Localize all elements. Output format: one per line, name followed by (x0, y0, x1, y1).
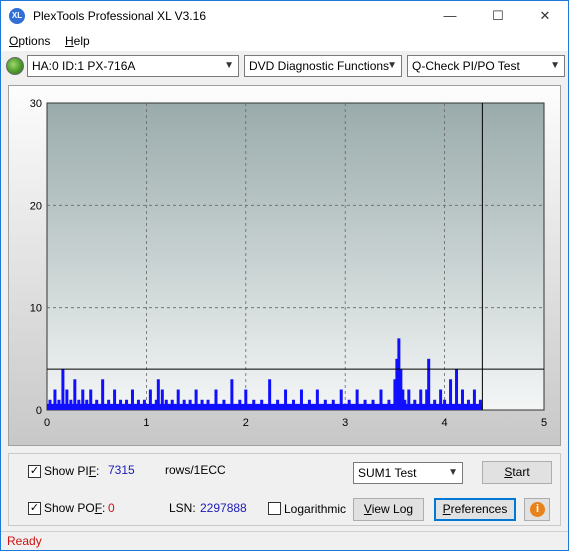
controls-panel: ✓ Show PIF: 7315 rows/1ECC SUM1 Test ▼ S… (8, 453, 561, 526)
status-bar: Ready (1, 531, 568, 550)
lsn-label: LSN: (169, 501, 196, 515)
function-select-value: DVD Diagnostic Functions (249, 59, 390, 73)
test-select[interactable]: Q-Check PI/PO Test ▼ (407, 55, 565, 77)
drive-select[interactable]: HA:0 ID:1 PX-716A ▼ (27, 55, 239, 77)
x-tick-label: 4 (442, 417, 448, 429)
window-title: PlexTools Professional XL V3.16 (33, 9, 206, 23)
show-pof-checkbox[interactable]: ✓ (28, 502, 41, 515)
close-button[interactable]: ✕ (522, 1, 568, 31)
x-tick-label: 0 (44, 417, 50, 429)
info-button[interactable]: i (524, 498, 550, 521)
lsn-value: 2297888 (200, 501, 247, 515)
sum-test-select-value: SUM1 Test (358, 466, 417, 480)
maximize-button[interactable]: ☐ (475, 1, 521, 31)
chevron-down-icon: ▼ (224, 60, 234, 71)
status-text: Ready (7, 534, 42, 548)
title-bar: XL PlexTools Professional XL V3.16 — ☐ ✕ (1, 1, 568, 31)
function-select[interactable]: DVD Diagnostic Functions ▼ (244, 55, 402, 77)
y-tick-label: 10 (30, 303, 42, 315)
pif-value: 7315 (108, 463, 135, 477)
chevron-down-icon: ▼ (448, 467, 458, 478)
preferences-button[interactable]: Preferences (434, 498, 516, 521)
disc-drive-icon (6, 57, 24, 75)
pof-value: 0 (108, 501, 115, 515)
drive-select-value: HA:0 ID:1 PX-716A (32, 59, 136, 73)
pi-bar (427, 358, 431, 410)
start-button[interactable]: Start (482, 461, 552, 484)
pif-unit: rows/1ECC (165, 463, 226, 477)
show-pof-label: Show POF: (44, 501, 106, 515)
y-tick-label: 20 (30, 200, 42, 212)
logarithmic-label: Logarithmic (284, 502, 347, 516)
x-tick-label: 1 (143, 417, 149, 429)
pi-baseline-band (47, 403, 483, 410)
logarithmic-checkbox[interactable] (268, 502, 281, 515)
show-pif-checkbox[interactable]: ✓ (28, 465, 41, 478)
x-tick-label: 2 (243, 417, 249, 429)
menu-bar: Options Help (1, 31, 568, 51)
menu-help[interactable]: Help (65, 34, 90, 48)
y-tick-label: 30 (30, 98, 42, 110)
toolbar: HA:0 ID:1 PX-716A ▼ DVD Diagnostic Funct… (1, 53, 568, 79)
pi-po-chart: 0 1 2 3 4 5 0 10 20 30 (30, 98, 547, 429)
sum-test-select[interactable]: SUM1 Test ▼ (353, 462, 463, 484)
test-select-value: Q-Check PI/PO Test (412, 59, 520, 73)
chart-panel: 0 1 2 3 4 5 0 10 20 30 (8, 85, 561, 446)
info-icon: i (530, 502, 545, 517)
plot-area (46, 102, 545, 411)
menu-options[interactable]: Options (9, 34, 50, 48)
x-tick-label: 5 (541, 417, 547, 429)
view-log-button[interactable]: View Log (353, 498, 424, 521)
chevron-down-icon: ▼ (387, 60, 397, 71)
app-window: XL PlexTools Professional XL V3.16 — ☐ ✕… (0, 0, 569, 551)
y-tick-label: 0 (36, 405, 42, 417)
chevron-down-icon: ▼ (550, 60, 560, 71)
minimize-button[interactable]: — (427, 1, 473, 31)
app-logo-icon: XL (9, 8, 25, 24)
show-pif-label: Show PIF: (44, 464, 100, 478)
x-tick-label: 3 (342, 417, 348, 429)
